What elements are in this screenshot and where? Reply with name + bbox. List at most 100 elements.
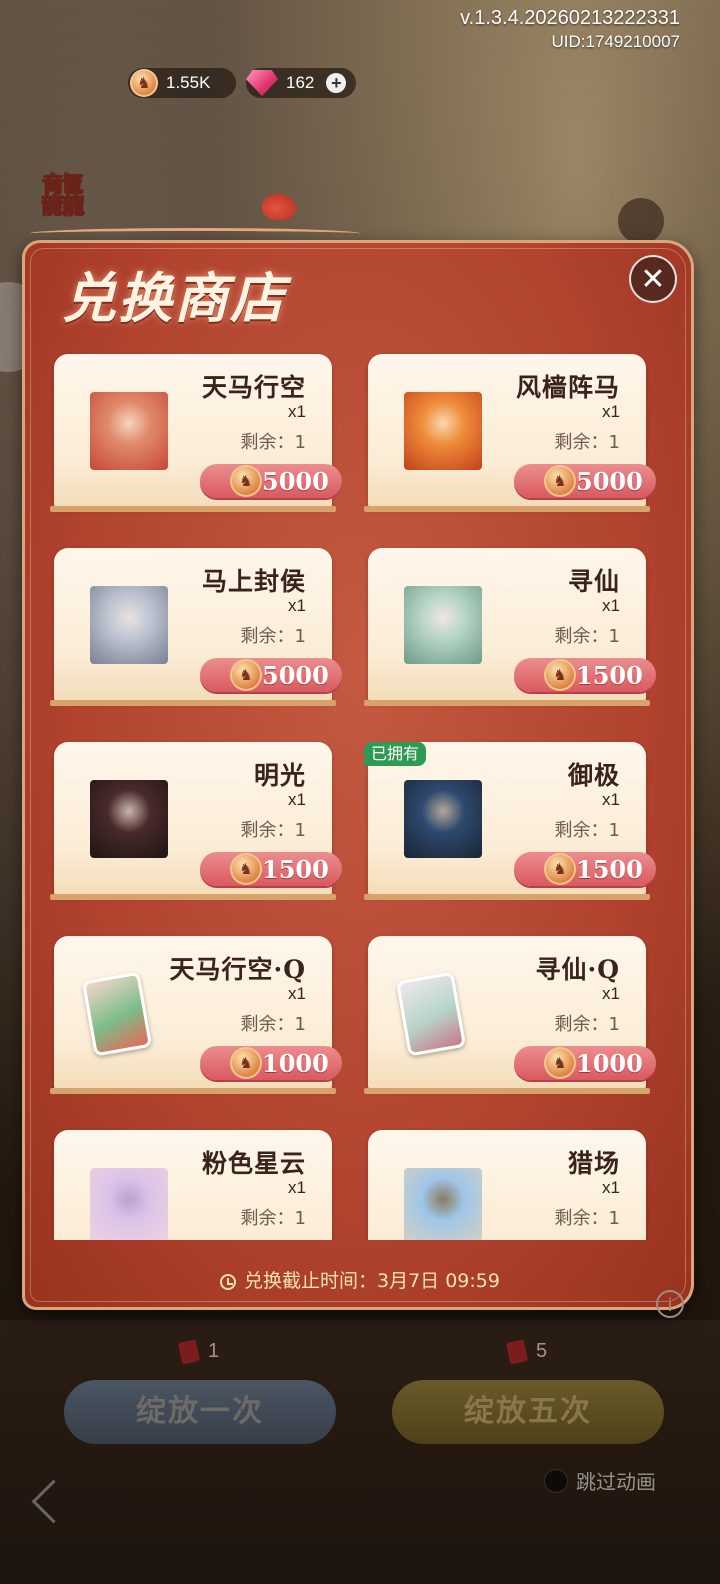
toggle-dot[interactable] [544, 1468, 568, 1493]
item-thumbnail [90, 392, 168, 470]
item-thumbnail [404, 780, 482, 858]
item-name: 风樯阵马 [515, 373, 620, 402]
gem-counter[interactable]: 162 + [246, 68, 356, 98]
item-quantity: x1 [288, 596, 306, 615]
item-quantity: x1 [288, 790, 306, 809]
horse-coin-value: 1.55K [166, 73, 211, 92]
ticket-count-five: 5 [505, 1338, 548, 1365]
exchange-deadline: 兑换截止时间：3月7日 09:59 [0, 1266, 720, 1293]
card-base [364, 1088, 650, 1094]
redeem-price-button[interactable]: ♞ 1000 [200, 1046, 342, 1080]
shop-item-card[interactable]: 马上封侯 x1 剩余：1 ♞ 5000 [50, 548, 342, 710]
horse-coin-icon: ♞ [130, 69, 158, 97]
item-thumbnail [90, 586, 168, 664]
ticket-icon [177, 1338, 201, 1365]
item-quantity: x1 [602, 596, 620, 615]
item-thumbnail [90, 1168, 168, 1240]
price-value: 1000 [576, 1049, 643, 1078]
bloom-once-button[interactable]: 绽放一次 [64, 1380, 336, 1444]
item-remaining: 剩余：1 [240, 1014, 306, 1035]
shop-item-card[interactable]: 已拥有 御极 x1 剩余：1 ♞ 1500 [364, 742, 656, 904]
card-base [364, 894, 650, 900]
item-name: 寻仙·Q [535, 955, 620, 984]
shop-item-card[interactable]: 猎场 x1 剩余：1 [368, 1130, 646, 1240]
item-remaining: 剩余：1 [240, 626, 306, 647]
price-value: 5000 [576, 467, 643, 496]
redeem-price-button[interactable]: ♞ 5000 [200, 464, 342, 498]
item-name: 寻仙 [567, 567, 620, 596]
clock-icon [220, 1274, 236, 1290]
card-base [364, 700, 650, 706]
price-value: 1000 [262, 1049, 329, 1078]
horse-coin-icon: ♞ [230, 659, 262, 691]
horse-coin-icon: ♞ [544, 853, 576, 885]
item-thumbnail [404, 1168, 482, 1240]
background-search-icon [618, 198, 664, 244]
redeem-price-button[interactable]: ♞ 1500 [514, 658, 656, 692]
ticket-five-value: 5 [536, 1340, 548, 1362]
item-thumbnail [404, 392, 482, 470]
item-name: 明光 [253, 761, 306, 790]
item-name: 马上封侯 [201, 567, 306, 596]
card-base [50, 894, 336, 900]
skip-animation-toggle[interactable]: 跳过动画 [544, 1466, 656, 1495]
price-value: 5000 [262, 467, 329, 496]
shop-item-card[interactable]: 寻仙 x1 剩余：1 ♞ 1500 [364, 548, 656, 710]
horse-coin-icon: ♞ [544, 659, 576, 691]
card-base [50, 1088, 336, 1094]
info-icon[interactable]: i [656, 1290, 684, 1318]
ticket-icon [505, 1338, 529, 1365]
card-base [50, 506, 336, 512]
shop-item-card[interactable]: 寻仙·Q x1 剩余：1 ♞ 1000 [364, 936, 656, 1098]
item-remaining: 剩余：1 [240, 1208, 306, 1229]
price-value: 1500 [576, 661, 643, 690]
item-quantity: x1 [288, 984, 306, 1003]
horse-coin-icon: ♞ [230, 853, 262, 885]
item-quantity: x1 [288, 1178, 306, 1197]
ticket-count-once: 1 [177, 1338, 220, 1365]
item-remaining: 剩余：1 [554, 1208, 620, 1229]
horse-coin-icon: ♞ [230, 1047, 262, 1079]
item-quantity: x1 [602, 402, 620, 421]
version-label: v.1.3.4.20260213222331 [460, 7, 680, 29]
bird-icon [262, 194, 296, 220]
redeem-price-button[interactable]: ♞ 1000 [514, 1046, 656, 1080]
item-remaining: 剩余：1 [554, 626, 620, 647]
item-quantity: x1 [602, 1178, 620, 1197]
item-thumbnail [90, 780, 168, 858]
card-base [50, 700, 336, 706]
price-value: 1500 [576, 855, 643, 884]
shop-item-card[interactable]: 明光 x1 剩余：1 ♞ 1500 [50, 742, 342, 904]
ticket-once-value: 1 [208, 1340, 220, 1362]
shop-item-card[interactable]: 风樯阵马 x1 剩余：1 ♞ 5000 [364, 354, 656, 516]
owned-badge: 已拥有 [364, 742, 427, 766]
close-button[interactable]: ✕ [629, 255, 677, 303]
redeem-price-button[interactable]: ♞ 1500 [200, 852, 342, 886]
deadline-text: 兑换截止时间：3月7日 09:59 [244, 1270, 500, 1292]
item-name: 御极 [567, 761, 620, 790]
add-gems-icon[interactable]: + [326, 73, 347, 93]
redeem-price-button[interactable]: ♞ 1500 [514, 852, 656, 886]
shop-item-card[interactable]: 天马行空·Q x1 剩余：1 ♞ 1000 [50, 936, 342, 1098]
bloom-five-button[interactable]: 绽放五次 [392, 1380, 664, 1444]
background-decor-text: 龘 [40, 169, 86, 223]
item-name: 粉色星云 [201, 1149, 306, 1178]
item-remaining: 剩余：1 [240, 432, 306, 453]
item-thumbnail [404, 586, 482, 664]
horse-coin-counter: ♞ 1.55K [128, 68, 236, 98]
background-bottom [0, 1320, 720, 1584]
redeem-price-button[interactable]: ♞ 5000 [200, 658, 342, 692]
horse-coin-icon: ♞ [544, 465, 576, 497]
version-info: v.1.3.4.20260213222331 UID:1749210007 [460, 6, 680, 54]
shop-item-card[interactable]: 天马行空 x1 剩余：1 ♞ 5000 [50, 354, 342, 516]
redeem-price-button[interactable]: ♞ 5000 [514, 464, 656, 498]
item-name: 天马行空·Q [169, 955, 306, 984]
item-quantity: x1 [602, 790, 620, 809]
item-name: 天马行空 [201, 373, 306, 402]
card-base [364, 506, 650, 512]
item-grid[interactable]: 天马行空 x1 剩余：1 ♞ 5000 风樯阵马 x1 剩余：1 ♞ 5000 马上封侯… [40, 352, 670, 1240]
horse-coin-icon: ♞ [230, 465, 262, 497]
skip-animation-label: 跳过动画 [576, 1470, 656, 1494]
shop-item-card[interactable]: 粉色星云 x1 剩余：1 [54, 1130, 332, 1240]
uid-label: UID:1749210007 [551, 32, 680, 51]
